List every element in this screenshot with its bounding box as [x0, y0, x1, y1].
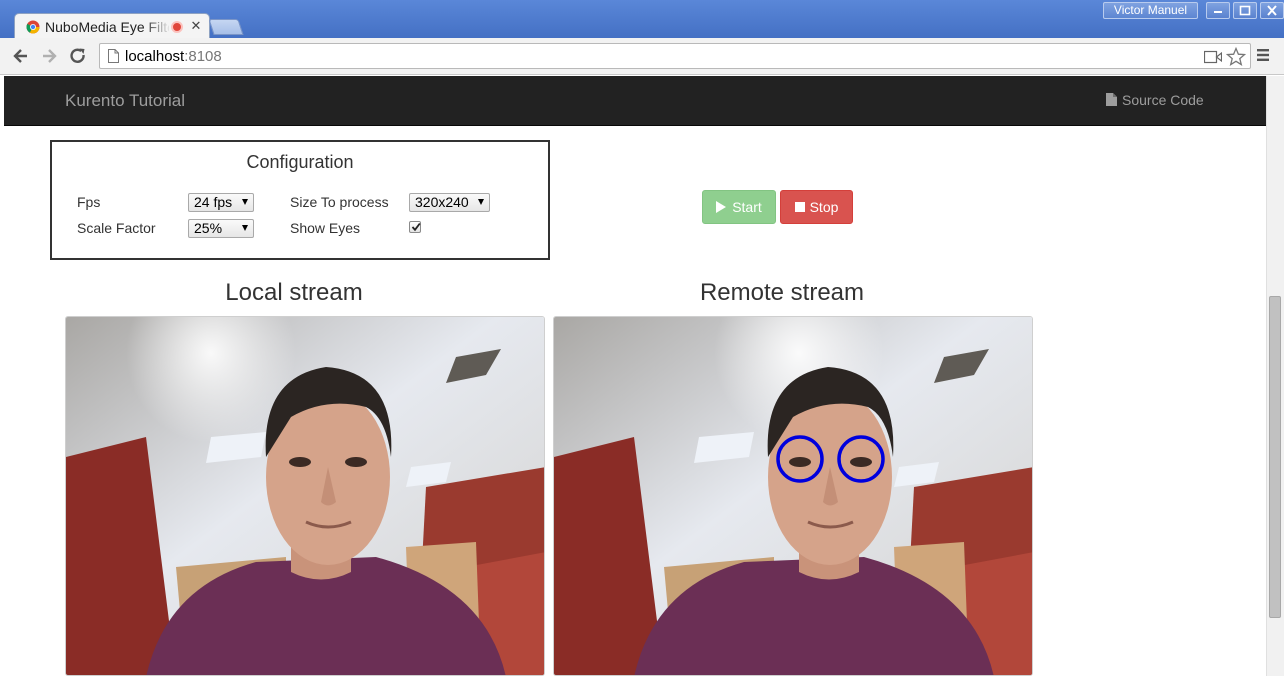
size-to-process-select-value: 320x240: [415, 194, 469, 210]
new-tab-button[interactable]: [208, 19, 244, 35]
show-eyes-checkbox[interactable]: [409, 221, 421, 233]
record-icon: [171, 21, 183, 33]
close-window-button[interactable]: [1260, 2, 1284, 19]
fps-label: Fps: [77, 194, 101, 210]
source-code-link[interactable]: Source Code: [1106, 92, 1204, 108]
play-icon: [716, 201, 727, 213]
start-button-label: Start: [732, 199, 762, 215]
browser-toolbar: localhost:8108: [0, 38, 1284, 75]
reload-icon[interactable]: [68, 46, 88, 66]
configuration-panel: Configuration Fps 24 fps Scale Factor 25…: [50, 140, 550, 260]
forward-arrow-icon[interactable]: [39, 46, 59, 66]
scale-factor-label: Scale Factor: [77, 220, 156, 236]
hamburger-menu-icon[interactable]: [1256, 48, 1270, 62]
scrollbar-thumb[interactable]: [1269, 296, 1281, 618]
dropdown-arrow-icon: [242, 199, 248, 205]
address-bar[interactable]: localhost:8108: [99, 43, 1251, 69]
remote-video[interactable]: [553, 316, 1033, 676]
back-arrow-icon[interactable]: [11, 46, 31, 66]
profile-button[interactable]: Victor Manuel: [1103, 2, 1198, 19]
bookmark-star-icon[interactable]: [1226, 47, 1246, 67]
local-stream-title: Local stream: [225, 279, 363, 306]
url-text: localhost:8108: [125, 48, 222, 65]
fps-select-value: 24 fps: [194, 194, 233, 210]
scale-factor-select-value: 25%: [194, 220, 223, 236]
webcam-frame-local: [66, 317, 544, 675]
maximize-icon: [1239, 5, 1251, 16]
browser-tab[interactable]: NuboMedia Eye Filter ✕: [14, 13, 210, 40]
size-to-process-select[interactable]: 320x240: [409, 193, 490, 212]
camera-icon[interactable]: [1204, 50, 1222, 64]
dropdown-arrow-icon: [478, 199, 484, 205]
dropdown-arrow-icon: [242, 225, 248, 231]
start-button[interactable]: Start: [702, 190, 776, 224]
close-icon: [1267, 5, 1277, 16]
stop-icon: [794, 202, 805, 212]
site-navbar: Kurento Tutorial Source Code: [4, 76, 1266, 126]
webcam-frame-remote: [554, 317, 1032, 675]
remote-stream-title: Remote stream: [699, 279, 865, 306]
page-icon: [108, 49, 119, 63]
fps-select[interactable]: 24 fps: [188, 193, 254, 212]
local-video[interactable]: [65, 316, 545, 676]
close-tab-icon[interactable]: ✕: [189, 18, 203, 34]
configuration-title: Configuration: [246, 152, 354, 172]
brand-link[interactable]: Kurento Tutorial: [65, 91, 185, 111]
file-icon: [1106, 93, 1117, 106]
stop-button-label: Stop: [809, 199, 839, 215]
stop-button[interactable]: Stop: [780, 190, 853, 224]
checkmark-icon: [411, 222, 421, 232]
minimize-icon: [1214, 11, 1222, 13]
page-viewport: Kurento Tutorial Source Code Configurati…: [4, 76, 1266, 676]
window-titlebar: NuboMedia Eye Filter ✕ Victor Manuel: [0, 0, 1284, 40]
scale-factor-select[interactable]: 25%: [188, 219, 254, 238]
chrome-favicon-icon: [26, 20, 40, 34]
show-eyes-label: Show Eyes: [290, 220, 361, 236]
page-scrollbar[interactable]: [1266, 76, 1284, 676]
minimize-button[interactable]: [1206, 2, 1230, 19]
size-to-process-label: Size To process: [290, 194, 389, 210]
maximize-button[interactable]: [1233, 2, 1257, 19]
